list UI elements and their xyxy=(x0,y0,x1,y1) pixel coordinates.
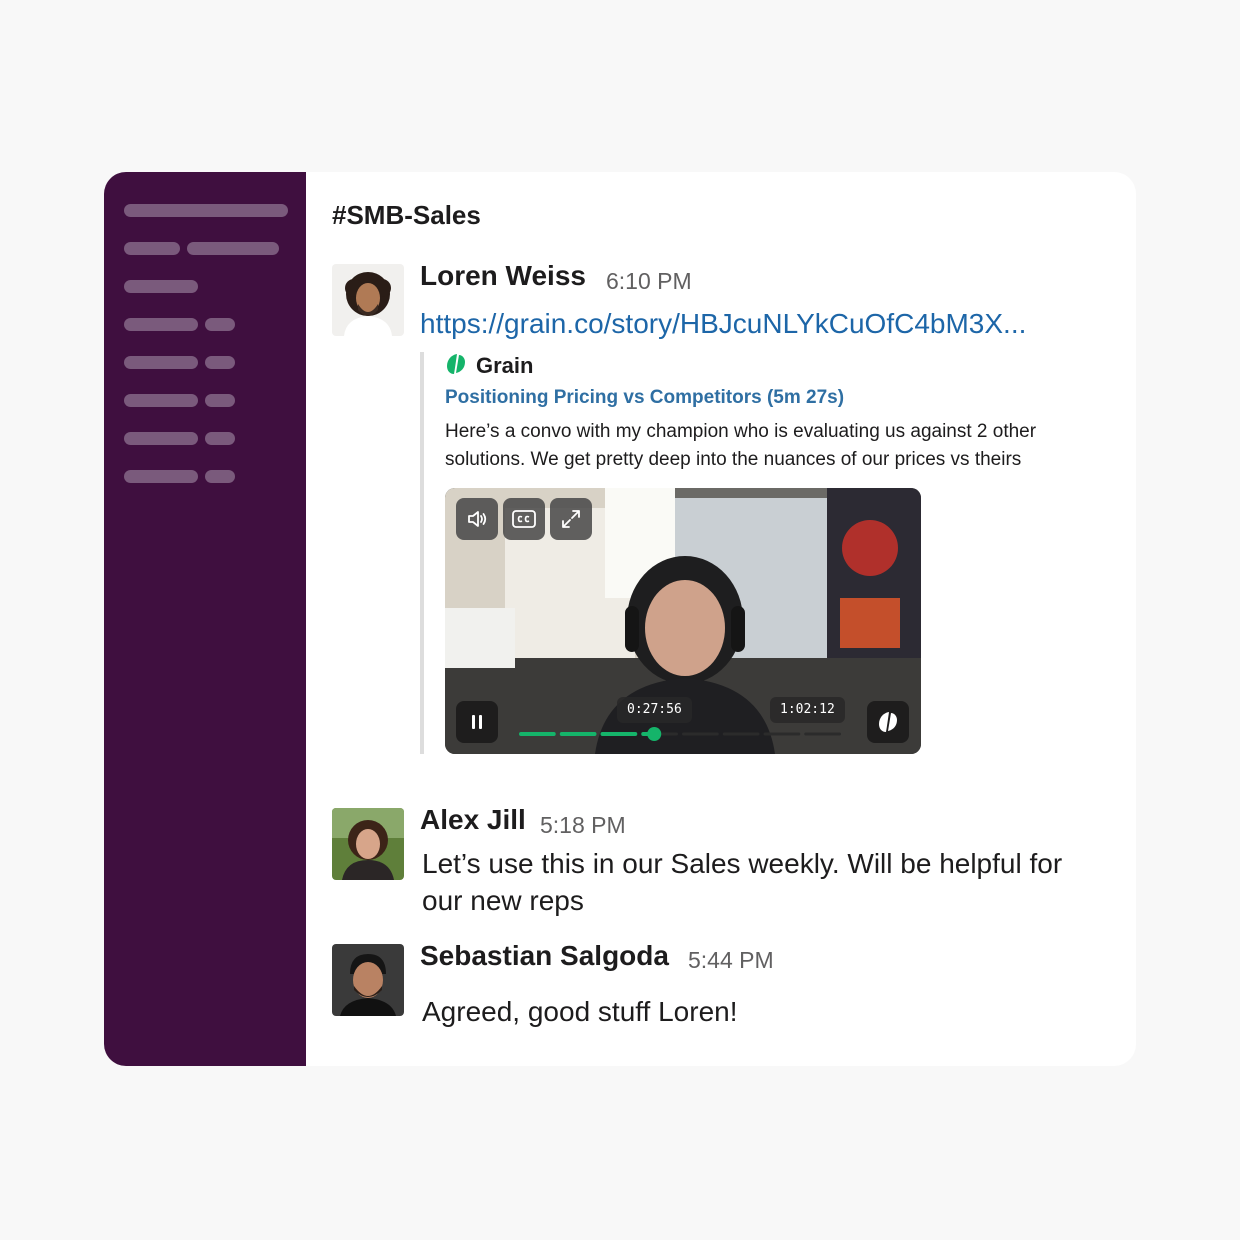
progress-knob[interactable] xyxy=(647,727,662,741)
fullscreen-icon xyxy=(562,510,580,528)
sidebar-placeholder-item[interactable] xyxy=(124,242,180,255)
sidebar-placeholder-item[interactable] xyxy=(124,356,198,369)
message-pane: #SMB-Sales Loren Weiss 6:10 PM https://g… xyxy=(306,172,1136,1066)
message-text: Let’s use this in our Sales weekly. Will… xyxy=(422,848,1063,916)
story-link[interactable]: https://grain.co/story/HBJcuNLYkCuOfC4bM… xyxy=(420,308,1026,340)
timestamp[interactable]: 5:44 PM xyxy=(688,947,774,974)
provider-name: Grain xyxy=(476,353,534,378)
current-time-label: 0:27:56 xyxy=(617,697,692,723)
fullscreen-button[interactable] xyxy=(550,498,592,540)
sidebar-placeholder-item[interactable] xyxy=(187,242,279,255)
avatar-sebastian-salgoda[interactable] xyxy=(332,944,404,1016)
closed-captions-icon xyxy=(512,510,536,528)
sidebar-placeholder-badge xyxy=(205,318,235,331)
timestamp[interactable]: 5:18 PM xyxy=(540,812,626,839)
total-time-label: 1:02:12 xyxy=(770,697,845,723)
message-text: Agreed, good stuff Loren! xyxy=(422,996,738,1027)
sidebar-placeholder-badge xyxy=(205,470,235,483)
progress-played-segment xyxy=(600,732,638,736)
attachment-title[interactable]: Positioning Pricing vs Competitors (5m 2… xyxy=(445,387,844,409)
avatar-loren-weiss[interactable] xyxy=(332,264,404,336)
volume-button[interactable] xyxy=(456,498,498,540)
attachment-description: Here’s a convo with my champion who is e… xyxy=(445,421,1037,470)
timestamp[interactable]: 6:10 PM xyxy=(606,268,692,295)
sidebar xyxy=(104,172,306,1066)
channel-title: #SMB-Sales xyxy=(332,200,481,230)
attachment-border xyxy=(420,352,424,754)
progress-played-segment xyxy=(559,732,597,736)
sidebar-placeholder-item[interactable] xyxy=(124,318,198,331)
pause-button[interactable] xyxy=(456,701,498,743)
author-name[interactable]: Alex Jill xyxy=(420,804,526,836)
author-name[interactable]: Loren Weiss xyxy=(420,260,586,292)
attachment-provider: Grain xyxy=(444,352,533,380)
pause-icon xyxy=(472,715,482,729)
sidebar-placeholder-badge xyxy=(205,432,235,445)
grain-logo-icon xyxy=(879,712,897,732)
sidebar-placeholder-item[interactable] xyxy=(124,470,198,483)
sidebar-placeholder-item[interactable] xyxy=(124,280,198,293)
volume-icon xyxy=(468,511,487,527)
captions-button[interactable] xyxy=(503,498,545,540)
grain-logo-icon xyxy=(444,352,468,381)
progress-segment xyxy=(722,732,760,736)
grain-logo-button[interactable] xyxy=(867,701,909,743)
progress-segment xyxy=(763,732,801,736)
progress-track[interactable] xyxy=(519,726,841,742)
progress-played-segment xyxy=(519,732,556,736)
author-name[interactable]: Sebastian Salgoda xyxy=(420,940,669,972)
avatar-alex-jill[interactable] xyxy=(332,808,404,880)
chat-window: #SMB-Sales Loren Weiss 6:10 PM https://g… xyxy=(104,172,1136,1066)
video-player[interactable]: 0:27:56 1:02:12 xyxy=(445,488,921,754)
sidebar-placeholder-item[interactable] xyxy=(124,394,198,407)
progress-segment xyxy=(804,732,841,736)
progress-segment xyxy=(682,732,719,736)
sidebar-placeholder-badge xyxy=(205,394,235,407)
sidebar-placeholder-item[interactable] xyxy=(124,432,198,445)
sidebar-placeholder-badge xyxy=(205,356,235,369)
sidebar-placeholder-item[interactable] xyxy=(124,204,288,217)
